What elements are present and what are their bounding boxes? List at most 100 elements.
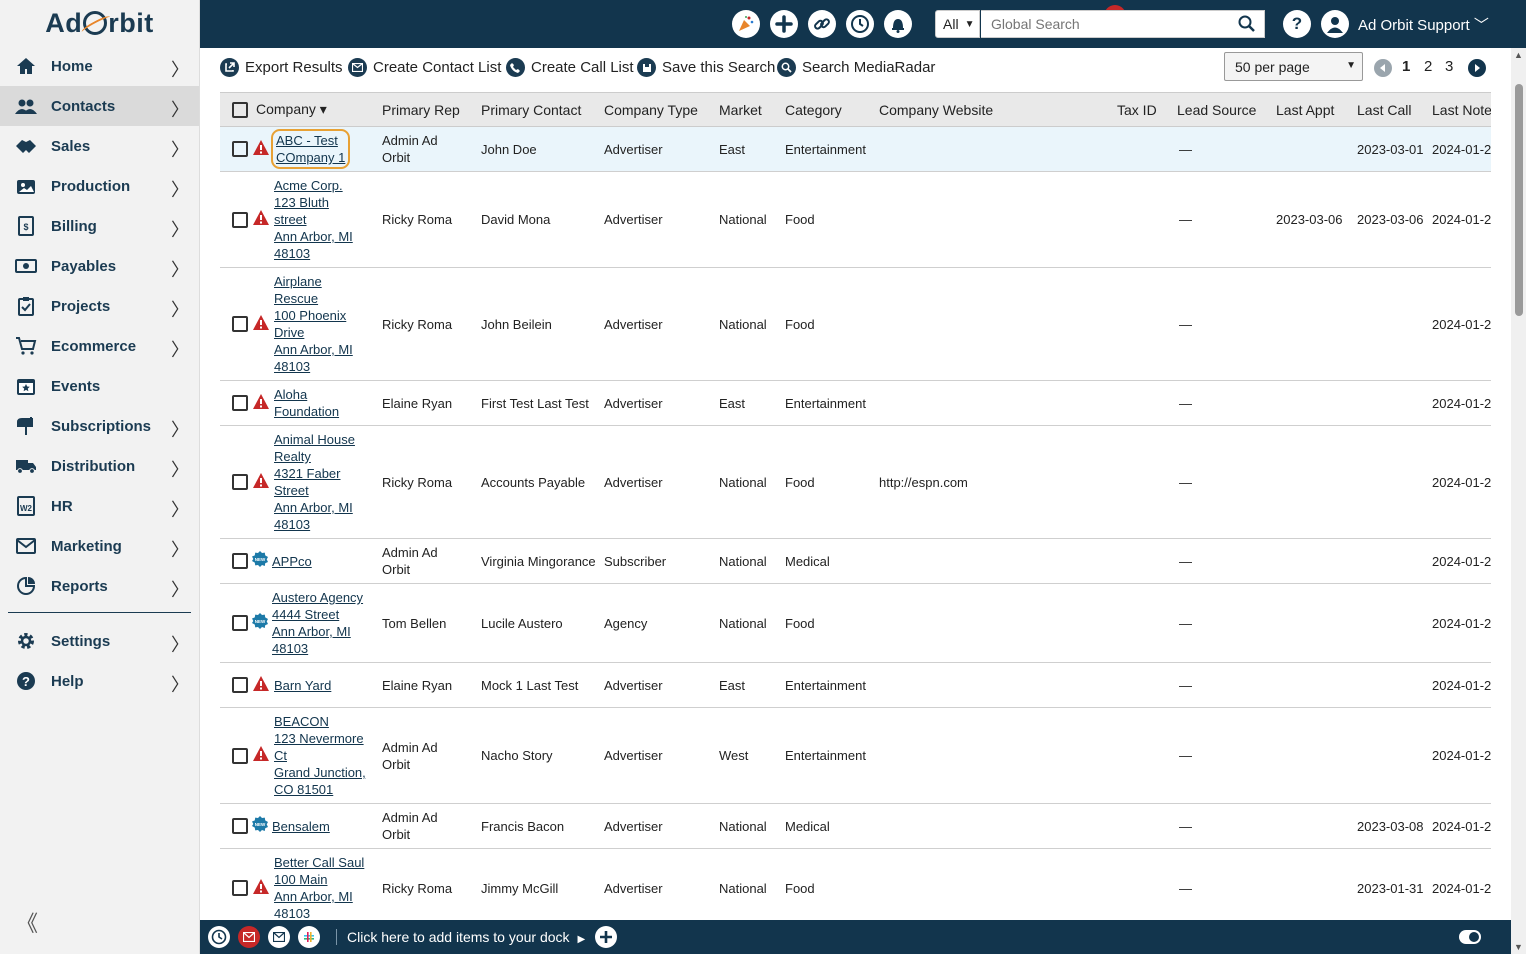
- chevron-right-icon[interactable]: 〉: [171, 631, 189, 657]
- dock-toggle-icon[interactable]: [1459, 930, 1481, 944]
- col-lead-source[interactable]: Lead Source: [1171, 92, 1270, 127]
- chevron-right-icon[interactable]: 〉: [171, 296, 189, 322]
- save-search-button[interactable]: Save this Search: [637, 58, 775, 77]
- scrollbar-thumb[interactable]: [1515, 84, 1523, 316]
- table-row[interactable]: NEW Bensalem Admin Ad Orbit Francis Bacon Adv…: [220, 803, 1491, 849]
- dock-slack-icon[interactable]: [298, 926, 320, 948]
- company-link[interactable]: Austero Agency 4444 Street Ann Arbor, MI 48…: [272, 589, 363, 657]
- company-link[interactable]: Better Call Saul 100 Main Ann Arbor, MI 481…: [274, 854, 364, 918]
- user-menu[interactable]: Ad Orbit Support ﹀: [1358, 14, 1489, 35]
- help-icon[interactable]: ?: [1283, 10, 1311, 38]
- row-checkbox[interactable]: [232, 818, 248, 834]
- link-icon[interactable]: [808, 10, 836, 38]
- create-contact-list-button[interactable]: Create Contact List: [348, 58, 501, 77]
- col-company[interactable]: Company ▾: [250, 92, 376, 127]
- history-clock-icon[interactable]: [846, 10, 874, 38]
- company-link[interactable]: Airplane Rescue 100 Phoenix Drive Ann Arbor,…: [274, 273, 353, 375]
- dock-mail-icon[interactable]: [238, 926, 260, 948]
- chevron-right-icon[interactable]: 〉: [171, 336, 189, 362]
- row-checkbox[interactable]: [232, 474, 248, 490]
- vertical-scrollbar[interactable]: ▲ ▼: [1511, 48, 1526, 954]
- row-checkbox[interactable]: [232, 316, 248, 332]
- dock-add-icon[interactable]: [595, 926, 618, 948]
- row-checkbox[interactable]: [232, 615, 248, 631]
- col-primary-contact[interactable]: Primary Contact: [475, 92, 598, 127]
- collapse-sidebar-icon[interactable]: 《: [16, 906, 38, 938]
- company-link[interactable]: Aloha Foundation: [274, 386, 339, 420]
- chevron-right-icon[interactable]: 〉: [171, 576, 189, 602]
- page-2-link[interactable]: 2: [1424, 58, 1432, 75]
- page-1-link[interactable]: 1: [1402, 58, 1410, 75]
- table-row[interactable]: Aloha Foundation Elaine Ryan First Test Las…: [220, 380, 1491, 426]
- table-row[interactable]: Acme Corp. 123 Bluth street Ann Arbor, MI 48…: [220, 171, 1491, 268]
- sidebar-item-sales[interactable]: Sales 〉: [0, 126, 199, 166]
- company-link[interactable]: Animal House Realty 4321 Faber Street Ann Ar…: [274, 431, 355, 533]
- table-row[interactable]: Animal House Realty 4321 Faber Street Ann Ar…: [220, 425, 1491, 539]
- company-link[interactable]: BEACON 123 Nevermore Ct Grand Junction, CO 8…: [274, 713, 366, 798]
- prev-page-icon[interactable]: [1374, 59, 1392, 77]
- sidebar-item-events[interactable]: Events: [0, 366, 199, 406]
- col-company-website[interactable]: Company Website: [873, 92, 1111, 127]
- chevron-right-icon[interactable]: 〉: [171, 416, 189, 442]
- plus-icon[interactable]: [770, 10, 798, 38]
- col-category[interactable]: Category: [779, 92, 873, 127]
- sidebar-item-home[interactable]: Home 〉: [0, 46, 199, 86]
- table-row[interactable]: BEACON 123 Nevermore Ct Grand Junction, CO 8…: [220, 707, 1491, 804]
- dock-add-items-link[interactable]: Click here to add items to your dock ▶: [336, 929, 585, 945]
- table-row[interactable]: Better Call Saul 100 Main Ann Arbor, MI 481…: [220, 848, 1491, 918]
- table-row[interactable]: Airplane Rescue 100 Phoenix Drive Ann Arbor,…: [220, 267, 1491, 381]
- chevron-right-icon[interactable]: 〉: [171, 256, 189, 282]
- company-link[interactable]: Barn Yard: [274, 677, 331, 694]
- global-search-input[interactable]: [981, 16, 1238, 32]
- sidebar-item-production[interactable]: Production 〉: [0, 166, 199, 206]
- create-call-list-button[interactable]: Create Call List: [506, 58, 634, 77]
- cell-company-website[interactable]: http://espn.com: [873, 425, 1111, 539]
- page-3-link[interactable]: 3: [1445, 58, 1453, 75]
- dock-email-icon[interactable]: [268, 926, 290, 948]
- col-company-type[interactable]: Company Type: [598, 92, 713, 127]
- chevron-right-icon[interactable]: 〉: [171, 216, 189, 242]
- user-avatar-icon[interactable]: [1321, 10, 1349, 38]
- col-last-appt[interactable]: Last Appt: [1270, 92, 1351, 127]
- company-link[interactable]: Acme Corp. 123 Bluth street Ann Arbor, MI 48…: [274, 177, 353, 262]
- per-page-select[interactable]: 50 per page ▼: [1224, 52, 1363, 81]
- table-row[interactable]: Barn Yard Elaine Ryan Mock 1 Last Test Adve…: [220, 662, 1491, 708]
- sidebar-item-subscriptions[interactable]: Subscriptions 〉: [0, 406, 199, 446]
- sidebar-item-distribution[interactable]: Distribution 〉: [0, 446, 199, 486]
- chevron-right-icon[interactable]: 〉: [171, 456, 189, 482]
- chevron-right-icon[interactable]: 〉: [171, 136, 189, 162]
- dock-clock-icon[interactable]: [208, 926, 230, 948]
- col-market[interactable]: Market: [713, 92, 779, 127]
- search-mediaradar-button[interactable]: Search MediaRadar: [777, 58, 935, 77]
- bell-icon[interactable]: [884, 10, 912, 38]
- chevron-right-icon[interactable]: 〉: [171, 671, 189, 697]
- row-checkbox[interactable]: [232, 141, 248, 157]
- sidebar-item-ecommerce[interactable]: Ecommerce 〉: [0, 326, 199, 366]
- table-row[interactable]: ABC - Test COmpany 1 Admin Ad Orbit John Doe…: [220, 126, 1491, 172]
- table-row[interactable]: NEW Austero Agency 4444 Street Ann Arbor, M…: [220, 583, 1491, 663]
- sidebar-item-contacts[interactable]: Contacts 〉: [0, 86, 199, 126]
- sidebar-item-payables[interactable]: Payables 〉: [0, 246, 199, 286]
- company-link[interactable]: Bensalem: [272, 818, 330, 835]
- sidebar-item-reports[interactable]: Reports 〉: [0, 566, 199, 606]
- company-link[interactable]: ABC - Test COmpany 1: [270, 129, 351, 169]
- select-all-checkbox[interactable]: [232, 101, 248, 118]
- row-checkbox[interactable]: [232, 880, 248, 896]
- row-checkbox[interactable]: [232, 677, 248, 693]
- sidebar-item-marketing[interactable]: Marketing 〉: [0, 526, 199, 566]
- company-link[interactable]: APPco: [272, 553, 312, 570]
- col-tax-id[interactable]: Tax ID: [1111, 92, 1171, 127]
- ad-orbit-logo[interactable]: Ad rbit: [0, 0, 199, 46]
- table-row[interactable]: NEW APPco Admin Ad Orbit Virginia Mingorance…: [220, 538, 1491, 584]
- col-primary-rep[interactable]: Primary Rep: [376, 92, 475, 127]
- col-last-note[interactable]: Last Note: [1426, 92, 1491, 127]
- search-scope-select[interactable]: All ▼: [935, 10, 980, 38]
- sidebar-item-hr[interactable]: W2 HR 〉: [0, 486, 199, 526]
- chevron-right-icon[interactable]: 〉: [171, 96, 189, 122]
- sidebar-item-settings[interactable]: Settings 〉: [0, 621, 199, 661]
- scroll-up-icon[interactable]: ▲: [1514, 50, 1523, 60]
- export-results-button[interactable]: Export Results: [220, 58, 343, 77]
- search-icon[interactable]: [1238, 15, 1256, 33]
- row-checkbox[interactable]: [232, 211, 248, 228]
- row-checkbox[interactable]: [232, 747, 248, 764]
